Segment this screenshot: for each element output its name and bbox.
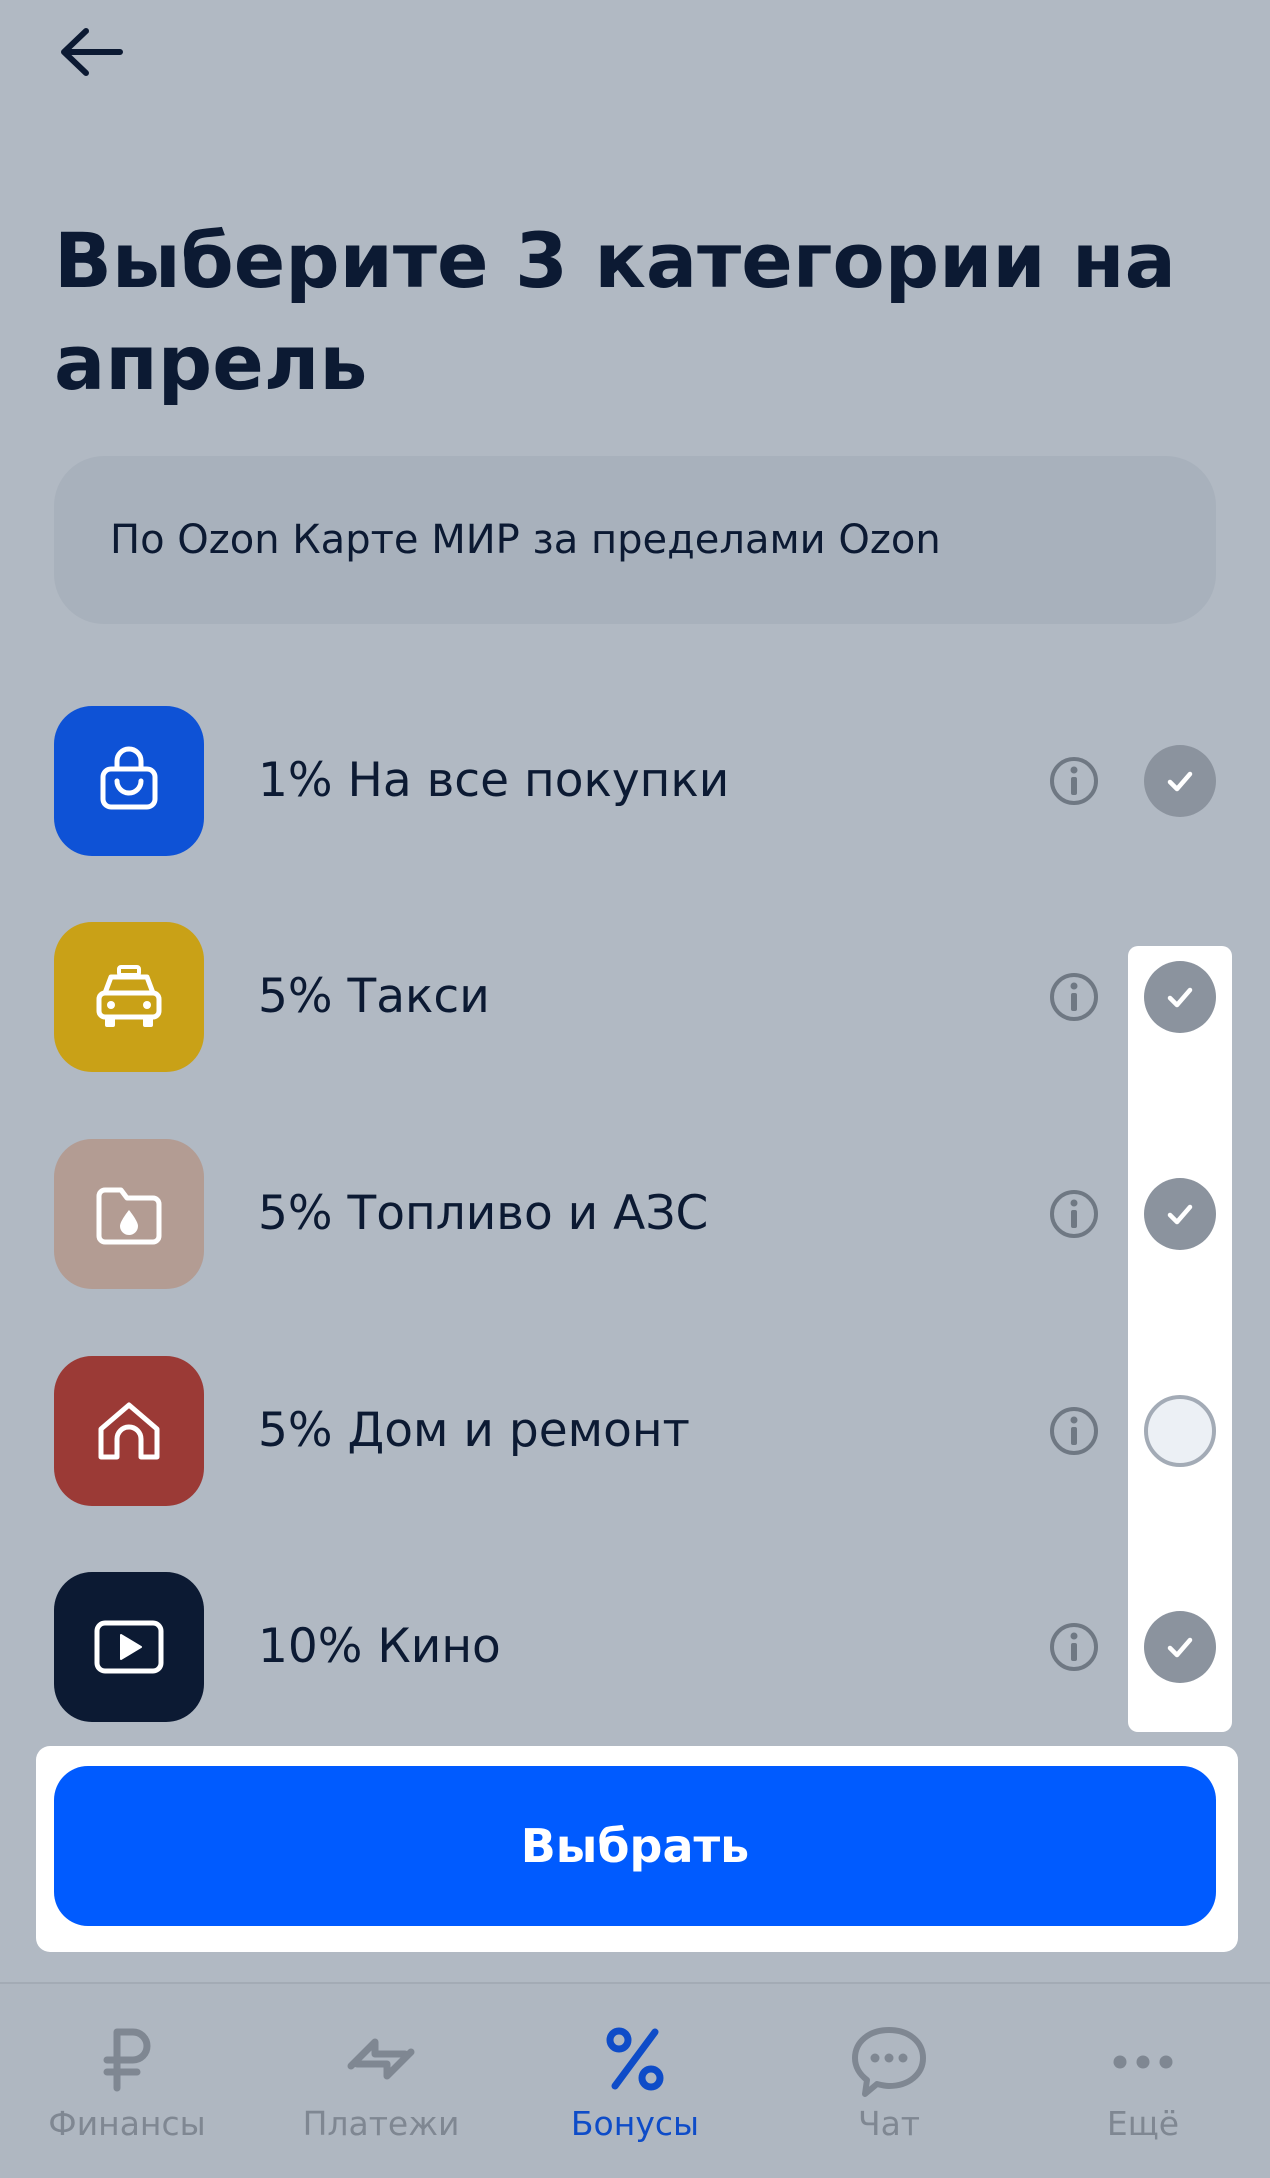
info-icon[interactable] (1048, 1621, 1100, 1673)
nav-label: Платежи (302, 2104, 460, 2143)
back-button[interactable] (58, 22, 134, 82)
checkmark-icon (1167, 987, 1193, 1008)
play-icon (94, 1620, 164, 1674)
select-button[interactable]: Выбрать (54, 1766, 1216, 1926)
info-icon[interactable] (1048, 1188, 1100, 1240)
chat-icon (852, 2027, 926, 2097)
category-row-home-repair[interactable]: 5% Дом и ремонт (54, 1356, 1216, 1506)
page-title: Выберите 3 категории на апрель (54, 216, 1176, 407)
checkmark-icon (1167, 771, 1193, 792)
transfer-arrows-icon (347, 2038, 415, 2080)
info-icon[interactable] (1048, 755, 1100, 807)
info-icon[interactable] (1048, 1405, 1100, 1457)
percent-icon (606, 2027, 664, 2091)
card-info-text: По Ozon Карте МИР за пределами Ozon (110, 517, 941, 563)
category-label: 5% Такси (258, 969, 490, 1024)
category-icon-container (54, 922, 204, 1072)
nav-item-bonuses[interactable]: Бонусы (508, 1984, 762, 2178)
home-icon (98, 1402, 160, 1460)
category-checkbox[interactable] (1144, 961, 1216, 1033)
nav-label: Ещё (1106, 2104, 1180, 2143)
nav-label: Чат (857, 2104, 921, 2143)
category-label: 1% На все покупки (258, 753, 730, 808)
checkmark-icon (1167, 1204, 1193, 1225)
category-label: 10% Кино (258, 1619, 501, 1674)
more-dots-icon (1113, 2055, 1173, 2069)
nav-item-more[interactable]: Ещё (1016, 1984, 1270, 2178)
category-checkbox[interactable] (1144, 1395, 1216, 1467)
info-icon[interactable] (1048, 971, 1100, 1023)
card-info-banner: По Ozon Карте МИР за пределами Ozon (54, 456, 1216, 624)
arrow-left-icon (61, 28, 123, 76)
bottom-nav: Финансы Платежи Бонусы Чат Ещё (0, 1982, 1270, 2178)
category-icon-container (54, 1572, 204, 1722)
nav-item-chat[interactable]: Чат (762, 1984, 1016, 2178)
category-row-cinema[interactable]: 10% Кино (54, 1572, 1216, 1722)
category-row-all-purchases[interactable]: 1% На все покупки (54, 706, 1216, 856)
category-checkbox[interactable] (1144, 1611, 1216, 1683)
checkmark-icon (1167, 1637, 1193, 1658)
nav-item-finance[interactable]: Финансы (0, 1984, 254, 2178)
category-checkbox[interactable] (1144, 745, 1216, 817)
ruble-icon (103, 2028, 151, 2092)
category-label: 5% Дом и ремонт (258, 1403, 690, 1458)
category-row-taxi[interactable]: 5% Такси (54, 922, 1216, 1072)
taxi-icon (96, 965, 162, 1027)
category-icon-container (54, 1356, 204, 1506)
category-icon-container (54, 1139, 204, 1289)
category-row-fuel[interactable]: 5% Топливо и АЗС (54, 1139, 1216, 1289)
nav-item-payments[interactable]: Платежи (254, 1984, 508, 2178)
category-icon-container (54, 706, 204, 856)
shopping-bag-icon (100, 746, 158, 810)
category-label: 5% Топливо и АЗС (258, 1186, 709, 1241)
fuel-folder-icon (96, 1187, 162, 1245)
nav-label: Бонусы (570, 2104, 700, 2143)
nav-label: Финансы (48, 2104, 206, 2143)
category-checkbox[interactable] (1144, 1178, 1216, 1250)
